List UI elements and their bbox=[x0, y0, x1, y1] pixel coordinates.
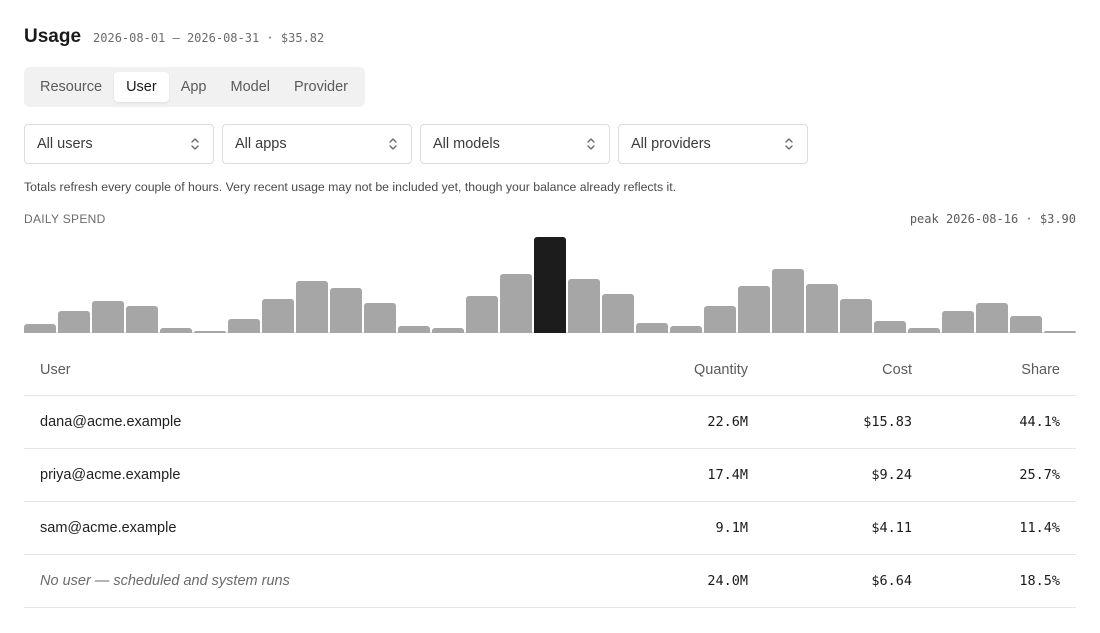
users-select-value: All users bbox=[37, 136, 93, 152]
bar-2026-08-08[interactable] bbox=[262, 299, 294, 333]
users-select[interactable]: All users bbox=[24, 124, 214, 164]
bar-2026-08-28[interactable] bbox=[942, 311, 974, 333]
table-row[interactable]: priya@acme.example 17.4M $9.24 25.7% bbox=[24, 449, 1076, 502]
chevron-up-down-icon bbox=[784, 136, 794, 152]
chart-title: DAILY SPEND bbox=[24, 212, 106, 226]
apps-select-value: All apps bbox=[235, 136, 287, 152]
group-by-tabs: Resource User App Model Provider bbox=[24, 67, 365, 107]
bar-2026-08-03[interactable] bbox=[92, 301, 124, 333]
daily-spend-chart bbox=[24, 232, 1076, 333]
row-cost: $9.24 bbox=[871, 467, 912, 483]
providers-select-value: All providers bbox=[631, 136, 711, 152]
bar-2026-08-13[interactable] bbox=[432, 328, 464, 333]
bar-2026-08-10[interactable] bbox=[330, 288, 362, 333]
bar-2026-08-04[interactable] bbox=[126, 306, 158, 333]
bar-2026-08-18[interactable] bbox=[602, 294, 634, 333]
tab-app[interactable]: App bbox=[169, 72, 219, 102]
bar-2026-08-23[interactable] bbox=[772, 269, 804, 333]
chevron-up-down-icon bbox=[586, 136, 596, 152]
column-header-cost[interactable]: Cost bbox=[748, 362, 912, 378]
bar-2026-08-06[interactable] bbox=[194, 331, 226, 333]
bar-2026-08-24[interactable] bbox=[806, 284, 838, 333]
bar-2026-08-14[interactable] bbox=[466, 296, 498, 333]
bar-2026-08-27[interactable] bbox=[908, 328, 940, 333]
row-user: priya@acme.example bbox=[40, 467, 181, 483]
table-row[interactable]: dana@acme.example 22.6M $15.83 44.1% bbox=[24, 396, 1076, 449]
bar-2026-08-26[interactable] bbox=[874, 321, 906, 333]
table-row-system[interactable]: No user — scheduled and system runs 24.0… bbox=[24, 555, 1076, 608]
bar-2026-08-16[interactable] bbox=[534, 237, 566, 333]
filter-bar: All users All apps All models All provid… bbox=[24, 124, 808, 164]
bar-2026-08-09[interactable] bbox=[296, 281, 328, 333]
table-row[interactable]: sam@acme.example 9.1M $4.11 11.4% bbox=[24, 502, 1076, 555]
bar-2026-08-29[interactable] bbox=[976, 303, 1008, 333]
providers-select[interactable]: All providers bbox=[618, 124, 808, 164]
bar-2026-08-11[interactable] bbox=[364, 303, 396, 333]
row-user: sam@acme.example bbox=[40, 520, 177, 536]
column-header-share[interactable]: Share bbox=[912, 362, 1076, 378]
row-share: 44.1% bbox=[1019, 414, 1060, 430]
row-share: 11.4% bbox=[1019, 520, 1060, 536]
column-header-user[interactable]: User bbox=[24, 362, 628, 378]
refresh-note: Totals refresh every couple of hours. Ve… bbox=[24, 180, 677, 194]
page-title: Usage bbox=[24, 26, 82, 47]
bar-2026-08-31[interactable] bbox=[1044, 331, 1076, 333]
date-range-total: 2026-08-01 — 2026-08-31 · $35.82 bbox=[93, 31, 325, 45]
bar-2026-08-19[interactable] bbox=[636, 323, 668, 333]
bar-2026-08-30[interactable] bbox=[1010, 316, 1042, 333]
chevron-up-down-icon bbox=[388, 136, 398, 152]
bar-2026-08-07[interactable] bbox=[228, 319, 260, 333]
tab-resource[interactable]: Resource bbox=[28, 72, 114, 102]
chevron-up-down-icon bbox=[190, 136, 200, 152]
tab-provider[interactable]: Provider bbox=[282, 72, 360, 102]
row-user: dana@acme.example bbox=[40, 414, 182, 430]
bar-2026-08-02[interactable] bbox=[58, 311, 90, 333]
bar-2026-08-21[interactable] bbox=[704, 306, 736, 333]
bar-2026-08-25[interactable] bbox=[840, 299, 872, 333]
bar-2026-08-17[interactable] bbox=[568, 279, 600, 333]
bar-2026-08-05[interactable] bbox=[160, 328, 192, 333]
row-user: No user — scheduled and system runs bbox=[40, 573, 290, 589]
column-header-quantity[interactable]: Quantity bbox=[628, 362, 748, 378]
row-share: 25.7% bbox=[1019, 467, 1060, 483]
tab-model[interactable]: Model bbox=[219, 72, 283, 102]
peak-label: peak 2026-08-16 · $3.90 bbox=[909, 212, 1076, 226]
page-header: Usage 2026-08-01 — 2026-08-31 · $35.82 bbox=[24, 26, 324, 48]
row-cost: $4.11 bbox=[871, 520, 912, 536]
row-share: 18.5% bbox=[1019, 573, 1060, 589]
tab-user[interactable]: User bbox=[114, 72, 169, 102]
row-quantity: 17.4M bbox=[707, 467, 748, 483]
row-cost: $6.64 bbox=[871, 573, 912, 589]
bar-2026-08-22[interactable] bbox=[738, 286, 770, 333]
bar-2026-08-12[interactable] bbox=[398, 326, 430, 333]
apps-select[interactable]: All apps bbox=[222, 124, 412, 164]
usage-table: User Quantity Cost Share dana@acme.examp… bbox=[24, 344, 1076, 608]
row-cost: $15.83 bbox=[863, 414, 912, 430]
models-select[interactable]: All models bbox=[420, 124, 610, 164]
bar-2026-08-15[interactable] bbox=[500, 274, 532, 333]
row-quantity: 22.6M bbox=[707, 414, 748, 430]
models-select-value: All models bbox=[433, 136, 500, 152]
row-quantity: 24.0M bbox=[707, 573, 748, 589]
bar-2026-08-01[interactable] bbox=[24, 324, 56, 333]
bar-2026-08-20[interactable] bbox=[670, 326, 702, 333]
table-header: User Quantity Cost Share bbox=[24, 344, 1076, 396]
row-quantity: 9.1M bbox=[715, 520, 748, 536]
